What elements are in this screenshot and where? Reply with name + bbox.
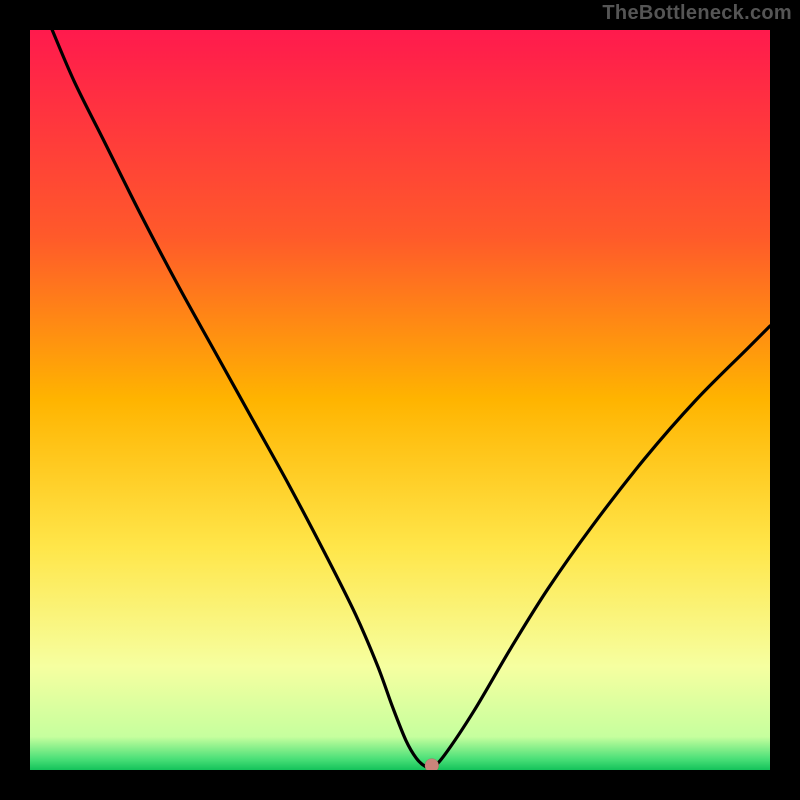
plot-svg <box>30 30 770 770</box>
watermark-text: TheBottleneck.com <box>602 2 792 25</box>
plot-area <box>30 30 770 770</box>
gradient-background <box>30 30 770 770</box>
optimal-point-marker <box>425 759 439 770</box>
chart-frame: TheBottleneck.com <box>0 0 800 800</box>
